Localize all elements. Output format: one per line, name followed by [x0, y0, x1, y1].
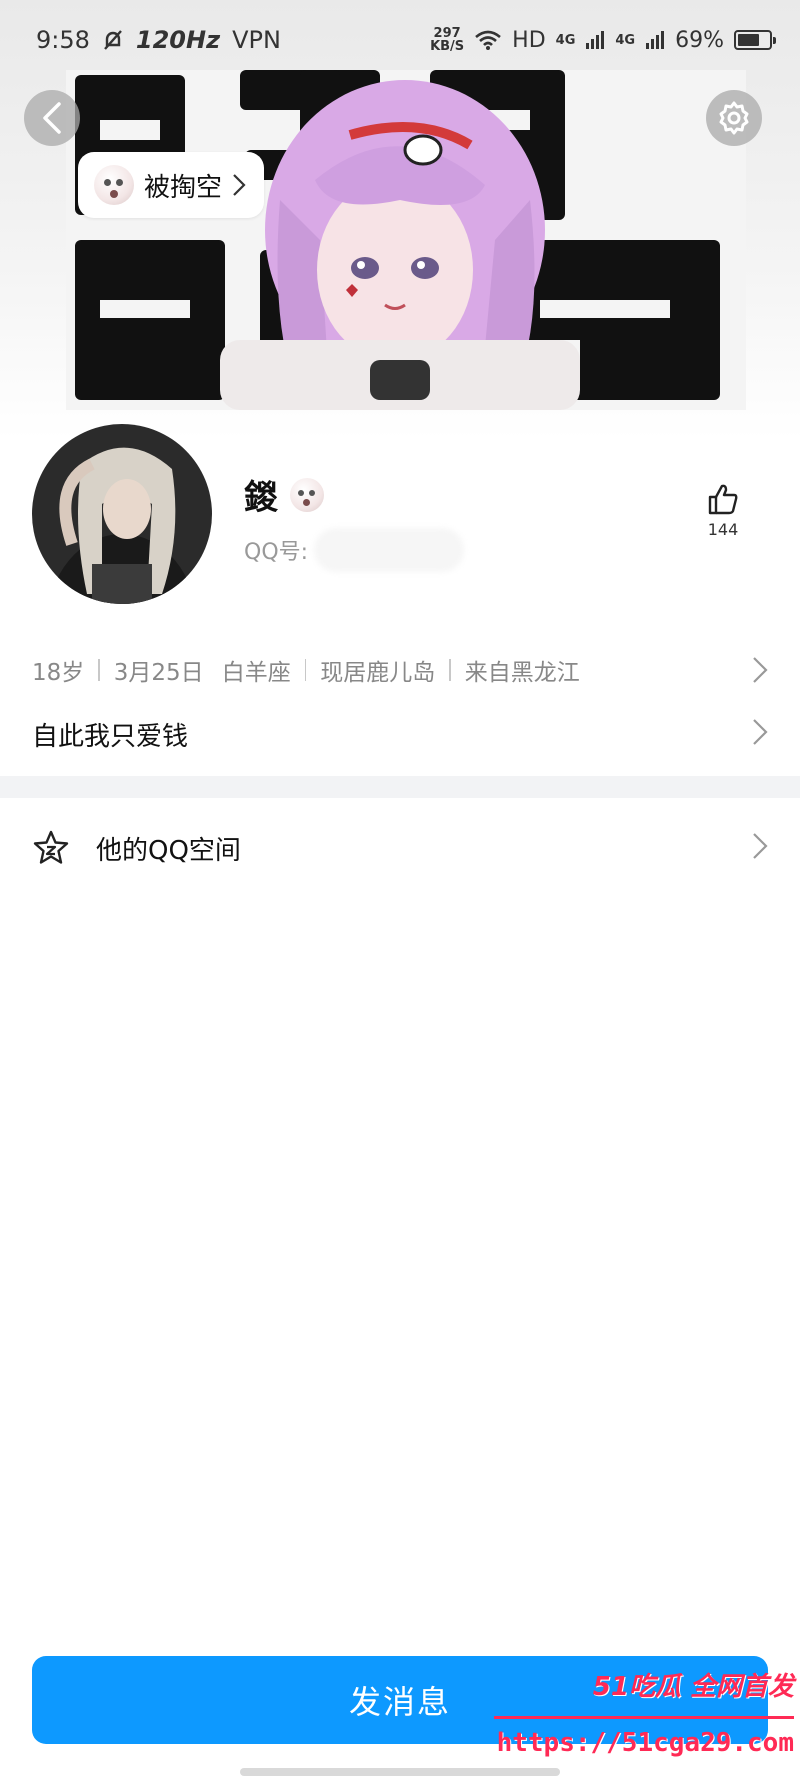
- like-button[interactable]: 144: [700, 482, 746, 539]
- settings-button[interactable]: [706, 90, 762, 146]
- send-message-button[interactable]: 发消息: [32, 1656, 768, 1744]
- avatar-image: [32, 424, 212, 604]
- chevron-right-icon: [753, 719, 768, 745]
- profile-cover[interactable]: 9:58 120Hz VPN 297 KB/S HD 4G 4G 69% 被掏空: [0, 0, 800, 440]
- status-bar: 9:58 120Hz VPN 297 KB/S HD 4G 4G 69%: [0, 0, 800, 80]
- status-bar-right: 297 KB/S HD 4G 4G 69%: [430, 27, 776, 53]
- status-hd: HD: [512, 27, 546, 53]
- status-vpn: VPN: [232, 26, 281, 54]
- back-button[interactable]: [24, 90, 80, 146]
- qzone-row[interactable]: 他的QQ空间: [32, 822, 768, 874]
- nickname: 鍐: [244, 478, 278, 518]
- gear-icon: [719, 101, 749, 135]
- info-age: 18岁: [32, 660, 85, 686]
- chevron-left-icon: [43, 102, 61, 134]
- qq-number-redacted: [314, 528, 465, 572]
- section-divider: [0, 776, 800, 798]
- info-zodiac: 白羊座: [221, 660, 291, 686]
- status-net-speed-unit: KB/S: [430, 39, 465, 54]
- info-divider: [304, 659, 307, 681]
- wifi-icon: [475, 30, 502, 50]
- status-refresh-rate: 120Hz: [135, 26, 221, 54]
- like-count: 144: [707, 520, 739, 539]
- status-net-speed: 297 KB/S: [430, 27, 464, 53]
- qq-number-label: QQ号:: [244, 540, 309, 565]
- chevron-right-icon: [753, 657, 768, 683]
- info-hometown: 来自黑龙江: [464, 660, 580, 686]
- status-network-2: 4G: [615, 32, 636, 48]
- battery-icon: [734, 30, 776, 50]
- nickname-row: 鍐: [244, 470, 324, 519]
- signature-row[interactable]: 自此我只爱钱: [32, 712, 768, 756]
- qzone-star-icon: [33, 830, 69, 864]
- basic-info-row[interactable]: 18岁 3月25日 白羊座 现居鹿儿岛 来自黑龙江: [32, 648, 768, 692]
- signature-text: 自此我只爱钱: [32, 721, 189, 752]
- battery-level: [738, 34, 759, 46]
- mood-emoji-icon: [94, 165, 134, 205]
- signal-icon: [646, 31, 665, 49]
- mood-emoji-icon: [290, 477, 324, 512]
- qzone-label: 他的QQ空间: [96, 835, 241, 866]
- avatar[interactable]: [32, 424, 212, 604]
- status-battery-percent: 69%: [675, 27, 724, 53]
- status-network-1: 4G: [555, 32, 576, 48]
- silent-bell-icon: [104, 30, 122, 50]
- status-bar-left: 9:58 120Hz VPN: [36, 26, 281, 54]
- thumbs-up-icon: [708, 484, 738, 515]
- chevron-right-icon: [233, 174, 246, 196]
- chevron-right-icon: [753, 833, 768, 859]
- status-time: 9:58: [36, 26, 90, 54]
- info-divider: [98, 659, 100, 681]
- qq-number-row: QQ号:: [244, 528, 465, 572]
- home-indicator[interactable]: [240, 1768, 560, 1776]
- info-birthday: 3月25日: [113, 660, 204, 686]
- mood-status-pill[interactable]: 被掏空: [78, 152, 265, 218]
- info-divider: [449, 659, 451, 681]
- signal-icon: [586, 31, 605, 49]
- info-location: 现居鹿儿岛: [320, 660, 436, 686]
- mood-status-text: 被掏空: [144, 172, 223, 203]
